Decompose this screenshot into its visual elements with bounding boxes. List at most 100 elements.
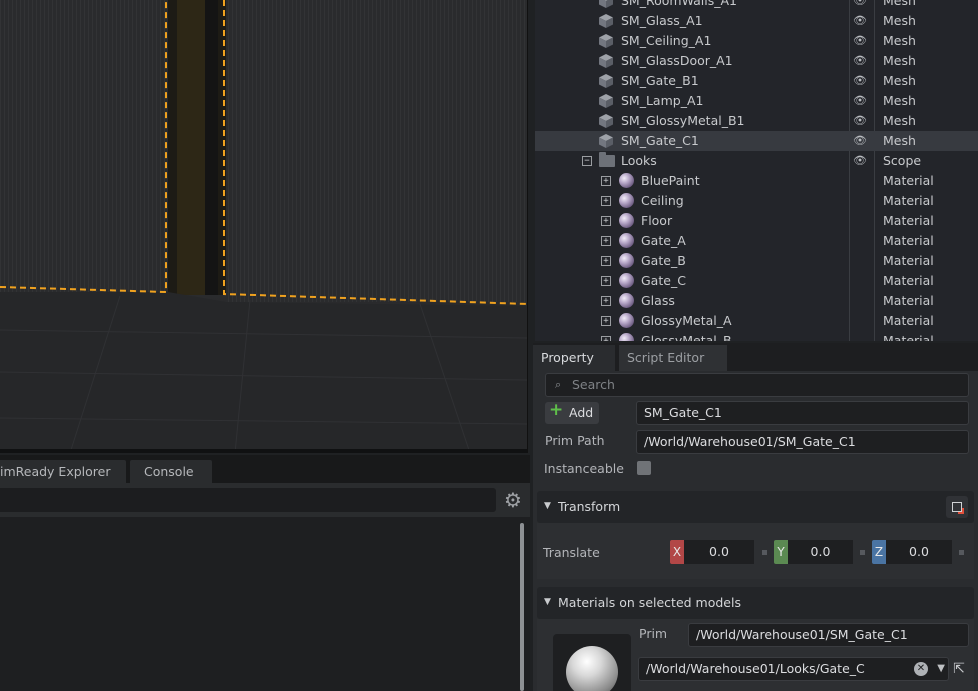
stage-row-name: Looks <box>621 153 657 168</box>
stage-row-name: GlossyMetal_B <box>641 333 732 341</box>
stage-row-name: SM_Glass_A1 <box>621 13 703 28</box>
eye-icon[interactable]: 👁 <box>853 111 869 131</box>
stage-row-type: Material <box>883 173 934 188</box>
property-search-input[interactable]: ⌕ Search <box>545 373 969 397</box>
stage-row[interactable]: SM_Lamp_A1 👁 Mesh <box>535 91 978 111</box>
prim-name-field[interactable]: SM_Gate_C1 <box>636 401 969 425</box>
explorer-toolbar: ⚙ <box>0 483 530 517</box>
wall-right <box>226 0 527 302</box>
expand-icon[interactable]: + <box>601 196 611 206</box>
property-panel: Property Script Editor ⌕ Search + Add SM… <box>533 343 978 691</box>
eye-icon[interactable]: 👁 <box>853 11 869 31</box>
prim-path-field[interactable]: /World/Warehouse01/SM_Gate_C1 <box>636 430 969 454</box>
mesh-cube-icon <box>598 33 614 49</box>
viewport[interactable] <box>0 0 528 453</box>
tab-property[interactable]: Property <box>533 345 615 371</box>
translate-z-field[interactable]: 0.0 <box>886 540 952 564</box>
stage-row[interactable]: SM_Ceiling_A1 👁 Mesh <box>535 31 978 51</box>
stage-row[interactable]: + Gate_C Material <box>535 271 978 291</box>
expand-icon[interactable]: + <box>601 276 611 286</box>
stage-row[interactable]: SM_RoomWalls_A1 👁 Mesh <box>535 0 978 11</box>
expand-icon[interactable]: + <box>601 336 611 341</box>
eye-icon[interactable]: 👁 <box>853 0 869 11</box>
materials-section-header[interactable]: ▼ Materials on selected models <box>537 587 974 619</box>
translate-x-field[interactable]: 0.0 <box>684 540 754 564</box>
gear-icon[interactable]: ⚙ <box>502 489 524 511</box>
stage-row-name: GlossyMetal_A <box>641 313 732 328</box>
expand-icon[interactable]: + <box>601 216 611 226</box>
instanceable-label: Instanceable <box>544 461 624 476</box>
stage-row[interactable]: − Looks 👁 Scope <box>535 151 978 171</box>
stage-row-type: Mesh <box>883 53 916 68</box>
stage-row[interactable]: + Ceiling Material <box>535 191 978 211</box>
x-axis-badge: X <box>670 540 684 564</box>
stage-tree: SM_RoomWalls_A1 👁 Mesh SM_Glass_A1 👁 Mesh SM_C… <box>535 0 978 341</box>
transform-section-header[interactable]: ▼ Transform <box>537 491 974 523</box>
y-axis-badge: Y <box>774 540 788 564</box>
material-sphere-icon <box>619 233 634 248</box>
expand-icon[interactable]: + <box>601 236 611 246</box>
translate-y-field[interactable]: 0.0 <box>788 540 853 564</box>
stage-row-type: Mesh <box>883 73 916 88</box>
material-sphere-icon <box>619 333 634 341</box>
z-axis-badge: Z <box>872 540 886 564</box>
stage-row[interactable]: SM_Gate_B1 👁 Mesh <box>535 71 978 91</box>
stage-row-type: Mesh <box>883 113 916 128</box>
material-path-field[interactable]: /World/Warehouse01/Looks/Gate_C ✕ ▼ <box>638 657 949 681</box>
tab-script-editor[interactable]: Script Editor <box>619 345 727 371</box>
expand-icon[interactable]: + <box>601 296 611 306</box>
stage-row-type: Mesh <box>883 13 916 28</box>
stage-row[interactable]: SM_Gate_C1 👁 Mesh <box>535 131 978 151</box>
collapse-icon[interactable]: − <box>582 156 592 166</box>
expand-icon[interactable]: + <box>601 316 611 326</box>
stage-row-type: Mesh <box>883 0 916 8</box>
stage-row-name: Glass <box>641 293 675 308</box>
collapse-triangle-icon: ▼ <box>544 501 551 511</box>
tab-console[interactable]: Console <box>130 460 212 483</box>
tab-simready-explorer[interactable]: imReady Explorer <box>0 460 126 483</box>
mesh-cube-icon <box>598 73 614 89</box>
stage-row[interactable]: SM_Glass_A1 👁 Mesh <box>535 11 978 31</box>
stage-row[interactable]: + Glass Material <box>535 291 978 311</box>
translate-label: Translate <box>543 545 600 560</box>
transform-options-icon[interactable] <box>946 496 968 518</box>
eye-icon[interactable]: 👁 <box>853 151 869 171</box>
eye-icon[interactable]: 👁 <box>853 71 869 91</box>
floor <box>0 292 527 453</box>
material-sphere-preview <box>566 646 618 691</box>
eye-icon[interactable]: 👁 <box>853 31 869 51</box>
stage-row-name: Gate_B <box>641 253 686 268</box>
stage-row[interactable]: + BluePaint Material <box>535 171 978 191</box>
search-icon: ⌕ <box>555 378 562 391</box>
open-material-icon[interactable]: ⇱ <box>950 660 968 678</box>
expand-icon[interactable]: + <box>601 256 611 266</box>
stage-row-name: SM_Ceiling_A1 <box>621 33 712 48</box>
eye-icon[interactable]: 👁 <box>853 51 869 71</box>
folder-icon <box>599 152 615 167</box>
stage-row-name: SM_RoomWalls_A1 <box>621 0 737 8</box>
stage-row-type: Mesh <box>883 33 916 48</box>
stage-row-name: Floor <box>641 213 673 228</box>
explorer-search-input[interactable] <box>0 488 496 512</box>
stage-row[interactable]: + Floor Material <box>535 211 978 231</box>
clear-icon[interactable]: ✕ <box>914 662 928 676</box>
stage-row-type: Material <box>883 193 934 208</box>
stage-row[interactable]: + GlossyMetal_B Material <box>535 331 978 341</box>
chevron-down-icon[interactable]: ▼ <box>937 658 945 680</box>
stage-row-name: Ceiling <box>641 193 684 208</box>
instanceable-checkbox[interactable] <box>637 461 651 475</box>
stage-row[interactable]: + Gate_B Material <box>535 251 978 271</box>
material-preview-thumbnail <box>553 634 631 691</box>
stage-row[interactable]: SM_GlassDoor_A1 👁 Mesh <box>535 51 978 71</box>
add-button[interactable]: + Add <box>545 400 599 424</box>
expand-icon[interactable]: + <box>601 176 611 186</box>
stage-row-name: Gate_A <box>641 233 686 248</box>
material-sphere-icon <box>619 253 634 268</box>
stage-row[interactable]: + GlossyMetal_A Material <box>535 311 978 331</box>
material-prim-field[interactable]: /World/Warehouse01/SM_Gate_C1 <box>688 623 969 647</box>
eye-icon[interactable]: 👁 <box>853 91 869 111</box>
vertical-scrollbar[interactable] <box>520 523 524 691</box>
stage-row[interactable]: SM_GlossyMetal_B1 👁 Mesh <box>535 111 978 131</box>
eye-icon[interactable]: 👁 <box>853 131 869 151</box>
stage-row[interactable]: + Gate_A Material <box>535 231 978 251</box>
